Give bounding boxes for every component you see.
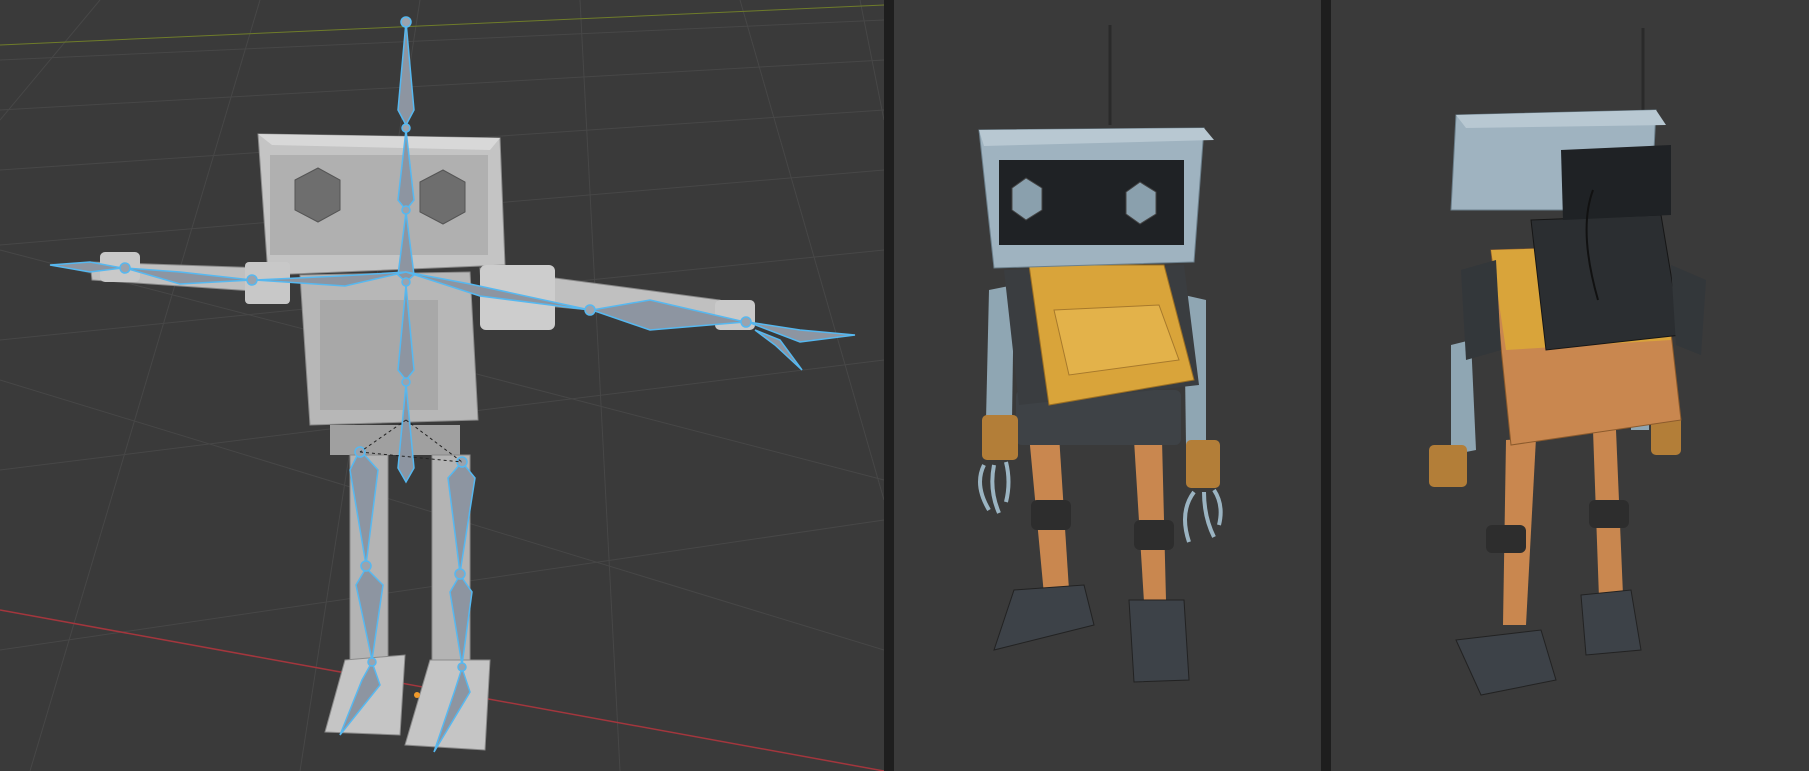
textured-robot-front[interactable] bbox=[978, 25, 1223, 683]
textured-robot-back[interactable] bbox=[1429, 28, 1706, 696]
viewport-divider-2[interactable] bbox=[1321, 0, 1331, 771]
origin-point-icon bbox=[414, 692, 420, 698]
viewport-front[interactable] bbox=[894, 0, 1321, 771]
rig-scene bbox=[0, 0, 884, 771]
bone-hand-r[interactable] bbox=[747, 321, 856, 343]
back-scene bbox=[1429, 28, 1706, 696]
viewport-divider[interactable] bbox=[884, 0, 894, 771]
viewport-rig[interactable] bbox=[0, 0, 884, 771]
viewport-back[interactable] bbox=[1331, 0, 1809, 771]
front-scene bbox=[978, 25, 1223, 683]
bone-head-top[interactable] bbox=[397, 21, 415, 127]
robot-mesh[interactable] bbox=[89, 133, 755, 751]
